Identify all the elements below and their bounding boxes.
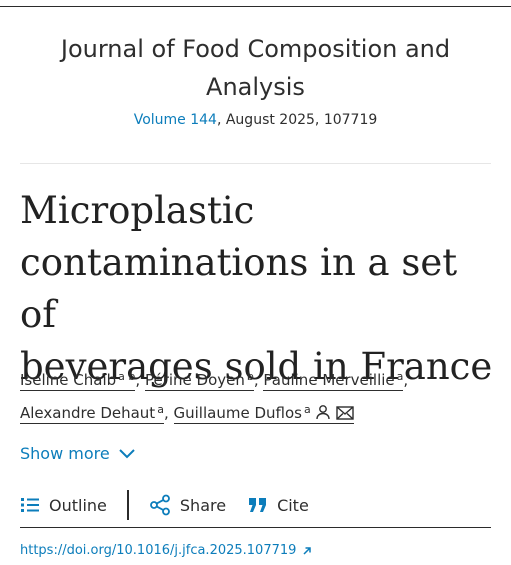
list-icon xyxy=(21,498,39,512)
journal-name-line1: Journal of Food Composition and xyxy=(60,35,451,63)
quote-icon xyxy=(249,498,267,512)
chevron-down-icon xyxy=(118,449,135,459)
mail-icon xyxy=(336,406,354,420)
action-separator xyxy=(126,490,129,520)
share-icon xyxy=(149,494,170,516)
affiliation-sup: a xyxy=(396,370,404,383)
journal-name-line2: Analysis xyxy=(206,73,305,101)
title-line1: Microplastic xyxy=(20,189,255,232)
author-link[interactable]: Iseline Chaïb a b xyxy=(20,370,136,391)
affiliation-sup: a xyxy=(157,403,164,416)
cite-label: Cite xyxy=(277,495,309,515)
affiliation-sup: a b xyxy=(118,370,136,383)
article-actions: Outline Share Cite xyxy=(20,488,309,522)
author-link[interactable]: Alexandre Dehaut a xyxy=(20,403,164,424)
outline-label: Outline xyxy=(49,495,107,515)
outline-button[interactable]: Outline xyxy=(20,496,107,515)
show-more-button[interactable]: Show more xyxy=(20,442,136,466)
volume-info: Volume 144, August 2025, 107719 xyxy=(0,110,511,130)
cite-button[interactable]: Cite xyxy=(248,496,309,515)
person-icon xyxy=(316,405,331,420)
volume-link[interactable]: Volume 144 xyxy=(134,112,217,128)
authors-line2: Alexandre Dehaut a, Guillaume Duflos a xyxy=(20,395,500,428)
author-link[interactable]: Pauline Merveillie a xyxy=(263,370,404,391)
header-separator xyxy=(20,163,491,164)
doi-link[interactable]: https://doi.org/10.1016/j.jfca.2025.1077… xyxy=(20,541,312,561)
doi-text: https://doi.org/10.1016/j.jfca.2025.1077… xyxy=(20,543,297,558)
author-link-corresponding[interactable]: Guillaume Duflos a xyxy=(173,403,355,424)
journal-name[interactable]: Journal of Food Composition and Analysis xyxy=(0,30,511,106)
actions-divider xyxy=(20,527,491,528)
share-label: Share xyxy=(179,495,227,515)
show-more-label: Show more xyxy=(20,444,110,463)
affiliation-sup: b xyxy=(246,370,254,383)
issue-info: , August 2025, 107719 xyxy=(216,112,378,128)
top-divider xyxy=(0,6,511,7)
authors-line1: Iseline Chaïb a b, Périne Doyen b, Pauline… xyxy=(20,370,409,391)
title-line2: contaminations in a set of xyxy=(20,241,458,336)
share-button[interactable]: Share xyxy=(149,494,226,516)
author-link[interactable]: Périne Doyen b xyxy=(144,370,254,391)
external-link-icon xyxy=(303,547,312,555)
affiliation-sup: a xyxy=(303,403,311,416)
author-list: Iseline Chaïb a b, Périne Doyen b, Pauline… xyxy=(20,362,500,428)
